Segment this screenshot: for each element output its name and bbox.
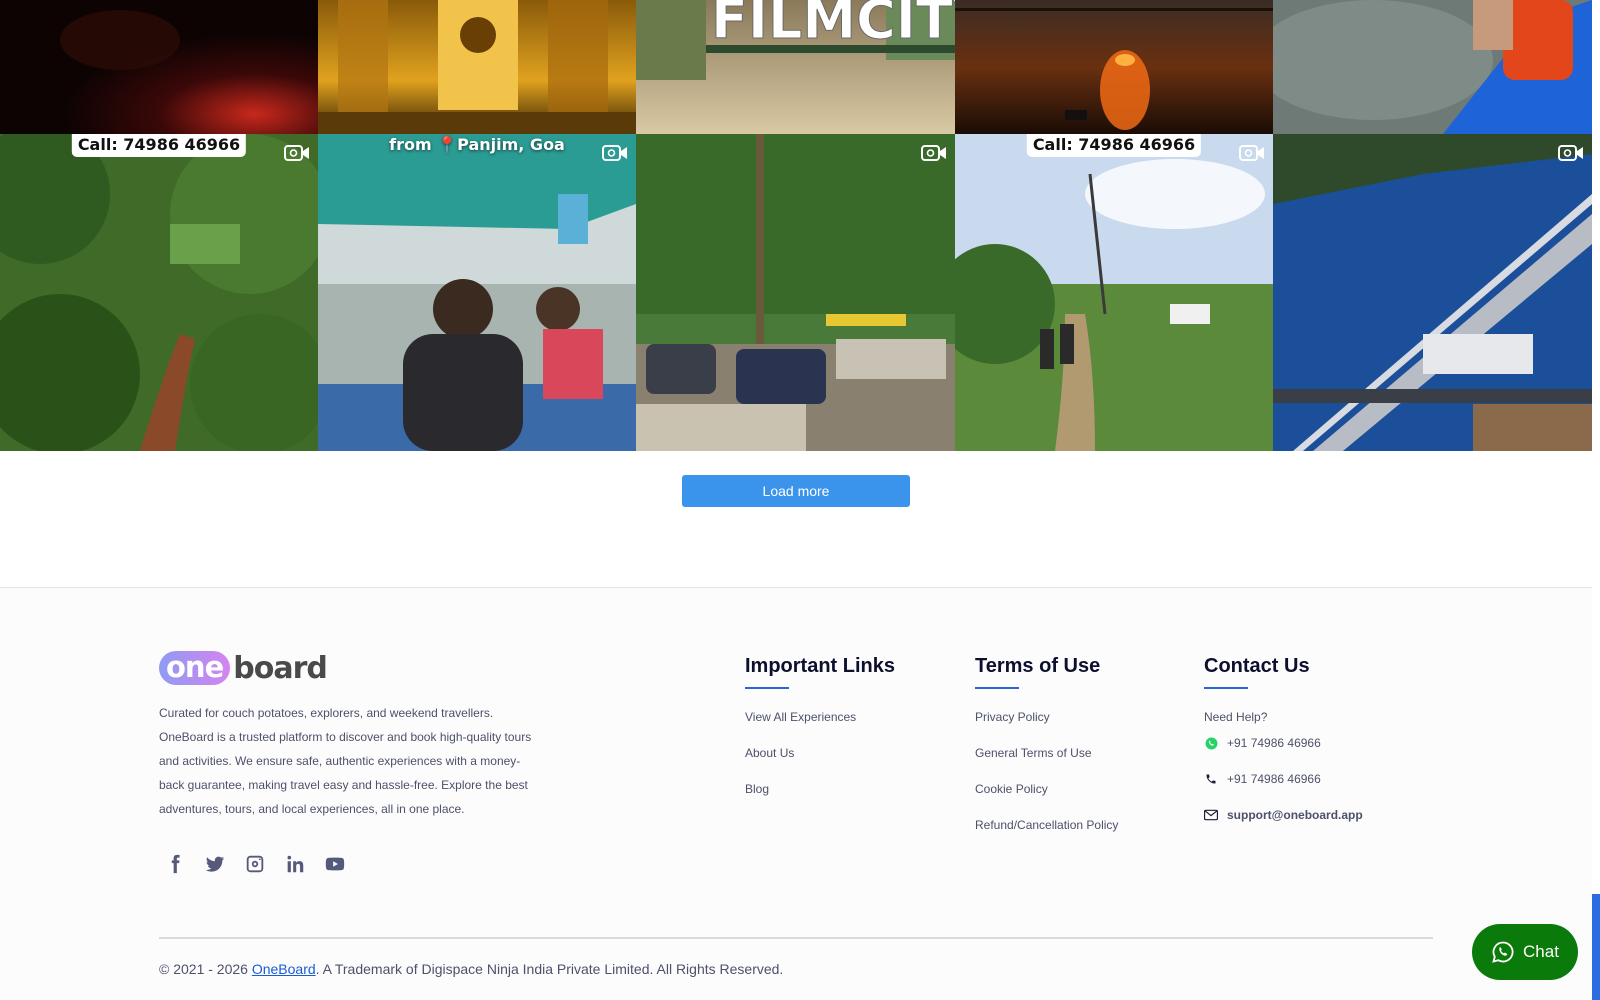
gallery-tile[interactable]: FILMCITY	[636, 0, 955, 134]
gallery-image	[636, 134, 955, 451]
gallery-image	[1273, 0, 1592, 134]
important-links-heading: Important Links	[745, 655, 896, 677]
terms-heading: Terms of Use	[975, 655, 1101, 677]
copyright-prefix: © 2021 - 2026	[159, 961, 252, 977]
video-icon	[284, 145, 309, 161]
video-icon	[602, 145, 627, 161]
heading-underline	[975, 687, 1019, 689]
youtube-icon[interactable]	[323, 852, 347, 876]
video-icon	[1558, 145, 1583, 161]
gallery-tile[interactable]	[318, 0, 636, 134]
mail-icon	[1204, 808, 1218, 822]
gallery-image	[318, 0, 636, 134]
linkedin-icon[interactable]	[283, 852, 307, 876]
instagram-icon[interactable]	[243, 852, 267, 876]
link-view-all-experiences[interactable]: View All Experiences	[745, 707, 895, 743]
gallery-image	[955, 134, 1273, 451]
social-links	[163, 852, 347, 876]
twitter-icon[interactable]	[203, 852, 227, 876]
gallery-tile[interactable]: from 📍Panjim, Goa	[318, 134, 636, 451]
contact-section: Contact Us Need Help? +91 74986 46966 +9…	[1204, 655, 1363, 833]
heading-underline	[745, 687, 789, 689]
footer-divider	[159, 937, 1433, 939]
load-more-button[interactable]: Load more	[682, 475, 910, 507]
gallery-tile[interactable]	[1273, 0, 1592, 134]
heading-underline	[1204, 687, 1248, 689]
gallery-tile[interactable]	[636, 134, 955, 451]
video-icon	[1239, 145, 1264, 161]
video-icon	[921, 145, 946, 161]
facebook-icon[interactable]	[163, 852, 187, 876]
chat-button[interactable]: Chat	[1472, 924, 1578, 980]
oneboard-link[interactable]: OneBoard	[252, 961, 316, 977]
copyright-text: © 2021 - 2026 OneBoard. A Trademark of D…	[159, 961, 783, 977]
gallery-tile[interactable]	[955, 0, 1273, 134]
gallery-image	[955, 0, 1273, 134]
link-about-us[interactable]: About Us	[745, 743, 895, 779]
about-text: Curated for couch potatoes, explorers, a…	[159, 706, 532, 816]
logo-one-text: one	[159, 651, 231, 685]
whatsapp-contact[interactable]: +91 74986 46966	[1204, 725, 1363, 761]
link-refund-policy[interactable]: Refund/Cancellation Policy	[975, 815, 1118, 851]
logo-board-text: board	[233, 650, 328, 686]
experience-gallery: FILMCITY	[0, 0, 1592, 451]
gallery-tile[interactable]	[0, 0, 318, 134]
gallery-image	[0, 134, 318, 451]
oneboard-logo[interactable]: one board	[159, 650, 328, 686]
site-footer: one board Curated for couch potatoes, ex…	[0, 587, 1592, 1000]
important-links-section: Important Links View All Experiences Abo…	[745, 655, 895, 815]
copyright-suffix: . A Trademark of Digispace Ninja India P…	[315, 961, 784, 977]
gallery-image: FILMCITY	[636, 0, 955, 134]
phone-number: +91 74986 46966	[1227, 772, 1321, 786]
phone-icon	[1204, 772, 1218, 786]
gallery-tile[interactable]: Call: 74986 46966	[0, 134, 318, 451]
gallery-image	[0, 0, 318, 134]
email-address: support@oneboard.app	[1227, 808, 1363, 822]
link-blog[interactable]: Blog	[745, 779, 895, 815]
phone-contact[interactable]: +91 74986 46966	[1204, 761, 1363, 797]
svg-text:FILMCITY: FILMCITY	[711, 0, 955, 51]
whatsapp-number: +91 74986 46966	[1227, 736, 1321, 750]
email-contact[interactable]: support@oneboard.app	[1204, 797, 1363, 833]
scrollbar-thumb[interactable]	[1592, 894, 1600, 1000]
contact-heading: Contact Us	[1204, 655, 1310, 677]
gallery-image	[318, 134, 636, 451]
link-privacy-policy[interactable]: Privacy Policy	[975, 707, 1118, 743]
terms-section: Terms of Use Privacy Policy General Term…	[975, 655, 1118, 851]
call-tag: Call: 74986 46966	[1026, 134, 1202, 157]
gallery-image	[1273, 134, 1592, 451]
whatsapp-icon	[1204, 736, 1218, 750]
gallery-tile[interactable]: Call: 74986 46966	[955, 134, 1273, 451]
link-cookie-policy[interactable]: Cookie Policy	[975, 779, 1118, 815]
location-tag: from 📍Panjim, Goa	[389, 135, 565, 154]
whatsapp-icon	[1492, 941, 1514, 963]
chat-label: Chat	[1523, 942, 1559, 961]
gallery-tile[interactable]	[1273, 134, 1592, 451]
call-tag: Call: 74986 46966	[71, 134, 247, 157]
link-general-terms[interactable]: General Terms of Use	[975, 743, 1118, 779]
